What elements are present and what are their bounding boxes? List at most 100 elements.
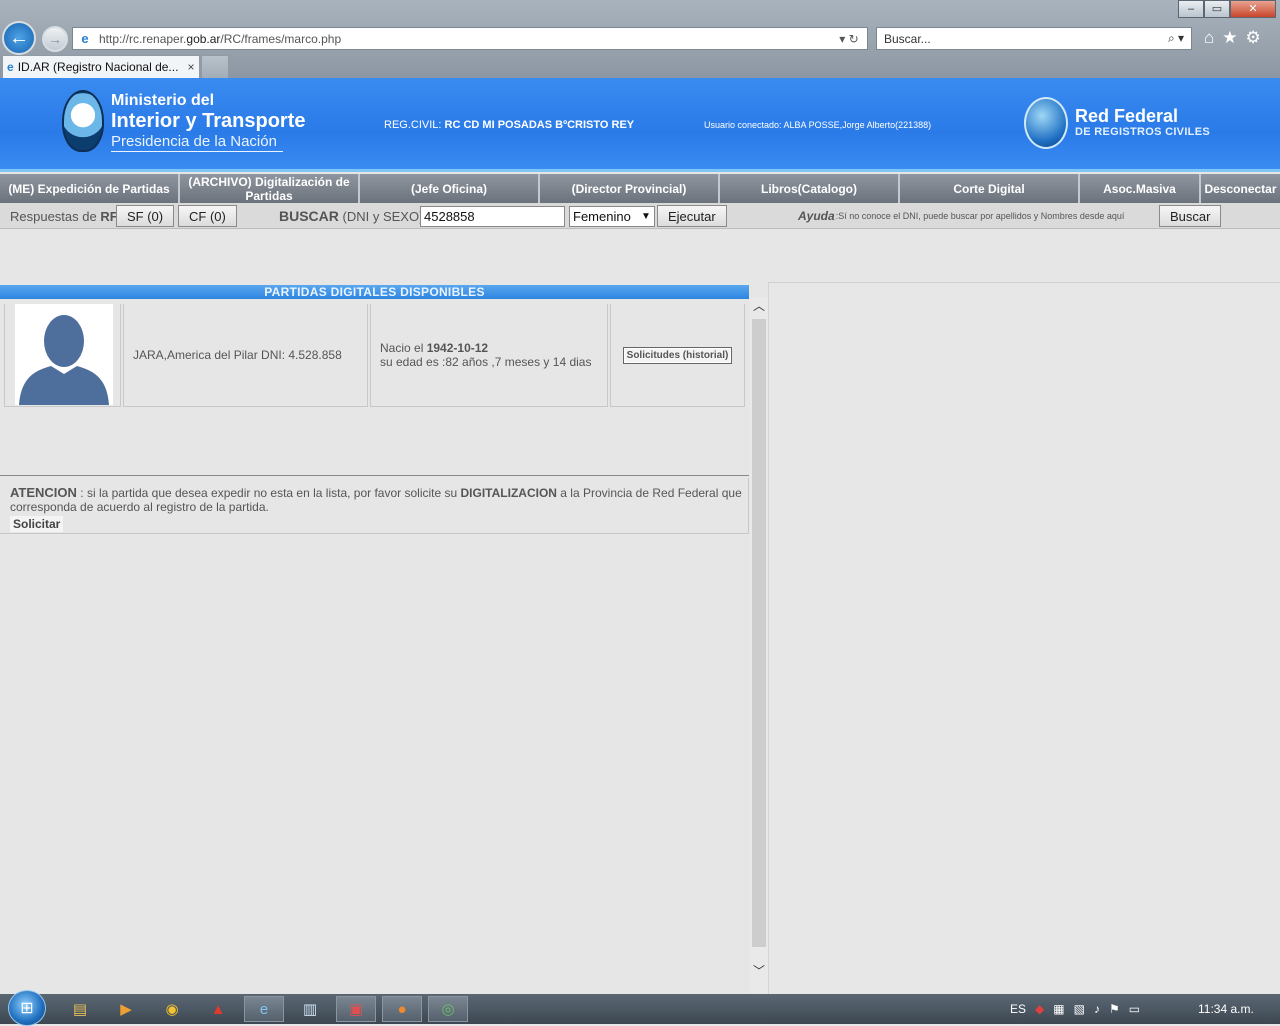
notepad-taskbar-icon[interactable]: ▥ — [290, 996, 330, 1022]
restore-button[interactable]: ▭ — [1204, 0, 1230, 18]
birth-info: Nacio el 1942-10-12 su edad es :82 años … — [380, 341, 591, 369]
url-suffix: /RC/frames/marco.php — [220, 31, 342, 46]
minimize-button[interactable]: – — [1178, 0, 1204, 18]
atencion-digitalizacion: DIGITALIZACION — [460, 486, 557, 500]
edad-text: su edad es :82 años ,7 meses y 14 dias — [380, 355, 592, 369]
sexo-select[interactable]: Femenino ▼ — [569, 205, 655, 227]
scroll-up-icon[interactable]: ︿ — [750, 297, 768, 317]
arrow-left-icon: ← — [9, 26, 29, 49]
new-tab-button[interactable] — [201, 55, 229, 78]
cf-button[interactable]: CF (0) — [178, 205, 237, 227]
menu-jefe-oficina[interactable]: (Jefe Oficina) — [360, 174, 540, 203]
name-dni-cell: JARA,America del Pilar DNI: 4.528.858 — [123, 304, 368, 407]
table-row: JARA,America del Pilar DNI: 4.528.858 Na… — [4, 304, 745, 407]
close-window-button[interactable]: ✕ — [1230, 0, 1276, 18]
menu-corte-digital[interactable]: Corte Digital — [900, 174, 1080, 203]
dni-input[interactable]: 4528858 — [420, 205, 565, 227]
browser-chrome: – ▭ ✕ ← → e http://rc.renaper.gob.ar/RC/… — [0, 0, 1280, 78]
menu-digitalizacion[interactable]: (ARCHIVO) Digitalización de Partidas — [180, 174, 360, 203]
back-button[interactable]: ← — [2, 21, 36, 55]
browser-search-placeholder: Buscar... — [884, 31, 931, 46]
solicitudes-historial-button[interactable]: Solicitudes (historial) — [622, 346, 733, 364]
buscar-hint: (DNI y SEXO) — [342, 208, 424, 224]
media-player-taskbar-icon[interactable]: ▶ — [106, 996, 146, 1022]
ie-icon: e — [81, 30, 89, 46]
atencion-box: ATENCION : si la partida que desea exped… — [0, 478, 749, 534]
ejecutar-button[interactable]: Ejecutar — [657, 205, 727, 227]
volume-icon[interactable]: ♪ — [1094, 1002, 1100, 1016]
acrobat-taskbar-icon[interactable]: ▲ — [198, 996, 238, 1022]
photo-cell — [4, 304, 121, 407]
presentation-taskbar-icon[interactable]: ▣ — [336, 996, 376, 1022]
windows-logo-icon: ⊞ — [20, 1000, 34, 1017]
avatar — [15, 304, 113, 405]
dropdown-refresh-icons[interactable]: ▾ ↻ — [831, 32, 867, 46]
clock[interactable]: 11:34 a.m. — [1198, 1002, 1254, 1016]
connected-user: Usuario conectado: ALBA POSSE,Jorge Albe… — [704, 120, 932, 130]
buscar-label-group: BUSCAR (DNI y SEXO) — [279, 203, 423, 229]
chevron-down-icon: ▼ — [641, 210, 651, 222]
menu-libros-catalogo[interactable]: Libros(Catalogo) — [720, 174, 900, 203]
gear-icon[interactable]: ⚙ — [1246, 28, 1261, 48]
system-tray: ES ◆ ▦ ▧ ♪ ⚑ ▭ — [1010, 994, 1140, 1024]
browser-search-box[interactable]: Buscar... ⌕ ▾ — [876, 27, 1192, 50]
site-header: Ministerio del Interior y Transporte Pre… — [0, 78, 1280, 172]
action-cell: Solicitudes (historial) — [610, 304, 745, 407]
star-icon[interactable]: ★ — [1222, 28, 1237, 48]
ayuda-text: Ayuda:Sí no conoce el DNI, puede buscar … — [798, 203, 1124, 229]
buscar-nombre-button[interactable]: Buscar — [1159, 205, 1222, 227]
ministry-line3: Presidencia de la Nación — [111, 132, 283, 152]
monitor-icon[interactable]: ▧ — [1074, 1002, 1085, 1016]
home-icon[interactable]: ⌂ — [1204, 28, 1214, 48]
ayuda-label: Ayuda — [798, 209, 835, 223]
menu-director-provincial[interactable]: (Director Provincial) — [540, 174, 720, 203]
ministry-line2: Interior y Transporte — [111, 110, 306, 132]
solicitar-button[interactable]: Solicitar — [10, 516, 64, 532]
sf-button[interactable]: SF (0) — [116, 205, 175, 227]
close-tab-icon[interactable]: × — [183, 60, 199, 74]
display-icon[interactable]: ▭ — [1129, 1002, 1140, 1016]
divider — [0, 475, 749, 476]
address-url[interactable]: http://rc.renaper.gob.ar/RC/frames/marco… — [99, 32, 831, 46]
partidas-title: PARTIDAS DIGITALES DISPONIBLES — [0, 285, 749, 299]
birth-date: 1942-10-12 — [426, 341, 489, 355]
menu-expedicion-partidas[interactable]: (ME) Expedición de Partidas — [0, 174, 180, 203]
forward-button[interactable]: → — [42, 26, 68, 52]
menu-asoc-masiva[interactable]: Asoc.Masiva — [1080, 174, 1201, 203]
birth-cell: Nacio el 1942-10-12 su edad es :82 años … — [370, 304, 608, 407]
search-bar: Respuestas de RF SF (0) CF (0) BUSCAR (D… — [0, 203, 1280, 229]
windows-taskbar: ⊞ ▤ ▶ ◉ ▲ e ▥ ▣ ● ◎ ES ◆ ▦ ▧ ♪ ⚑ ▭ 11:34… — [0, 990, 1280, 1026]
ie-taskbar-icon[interactable]: e — [244, 996, 284, 1022]
main-menu: (ME) Expedición de Partidas (ARCHIVO) Di… — [0, 174, 1280, 203]
chrome-taskbar-icon[interactable]: ◉ — [152, 996, 192, 1022]
tab-title: ID.AR (Registro Nacional de... — [17, 60, 179, 74]
menu-desconectar[interactable]: Desconectar — [1201, 174, 1280, 203]
window-controls: – ▭ ✕ — [1178, 0, 1276, 18]
firefox-taskbar-icon[interactable]: ● — [382, 996, 422, 1022]
ie-tab-icon: e — [7, 60, 14, 74]
scroll-down-icon[interactable]: ﹀ — [750, 962, 768, 982]
explorer-taskbar-icon[interactable]: ▤ — [60, 996, 100, 1022]
right-frame — [768, 282, 1280, 994]
url-prefix: http://rc.renaper. — [99, 31, 187, 46]
reg-civil-label: REG.CIVIL: — [384, 119, 442, 131]
browser-tab[interactable]: e ID.AR (Registro Nacional de... × — [2, 55, 200, 78]
scroll-thumb[interactable] — [752, 319, 766, 947]
search-icon[interactable]: ⌕ ▾ — [1161, 31, 1191, 46]
start-button[interactable]: ⊞ — [8, 990, 46, 1026]
antivirus-icon[interactable]: ◆ — [1035, 1002, 1044, 1016]
reg-civil: REG.CIVIL: RC CD MI POSADAS BºCRISTO REY — [384, 119, 634, 131]
flag-icon[interactable]: ⚑ — [1109, 1002, 1120, 1016]
atencion-text1: : si la partida que desea expedir no est… — [80, 486, 458, 500]
address-bar[interactable]: e http://rc.renaper.gob.ar/RC/frames/mar… — [72, 27, 868, 50]
results-panel: PARTIDAS DIGITALES DISPONIBLES JARA,Amer… — [0, 229, 768, 994]
red-federal-line2: DE REGISTROS CIVILES — [1075, 126, 1210, 138]
language-indicator[interactable]: ES — [1010, 1002, 1026, 1016]
chrome-window-taskbar-icon[interactable]: ◎ — [428, 996, 468, 1022]
vertical-scrollbar[interactable]: ︿ ﹀ — [750, 297, 768, 994]
reg-civil-value: RC CD MI POSADAS BºCRISTO REY — [444, 119, 635, 131]
ministry-logo-text: Ministerio del Interior y Transporte Pre… — [111, 92, 306, 152]
red-federal-logo: Red Federal DE REGISTROS CIVILES — [1075, 106, 1210, 138]
network-icon[interactable]: ▦ — [1053, 1002, 1064, 1016]
red-federal-line1: Red Federal — [1075, 106, 1179, 126]
